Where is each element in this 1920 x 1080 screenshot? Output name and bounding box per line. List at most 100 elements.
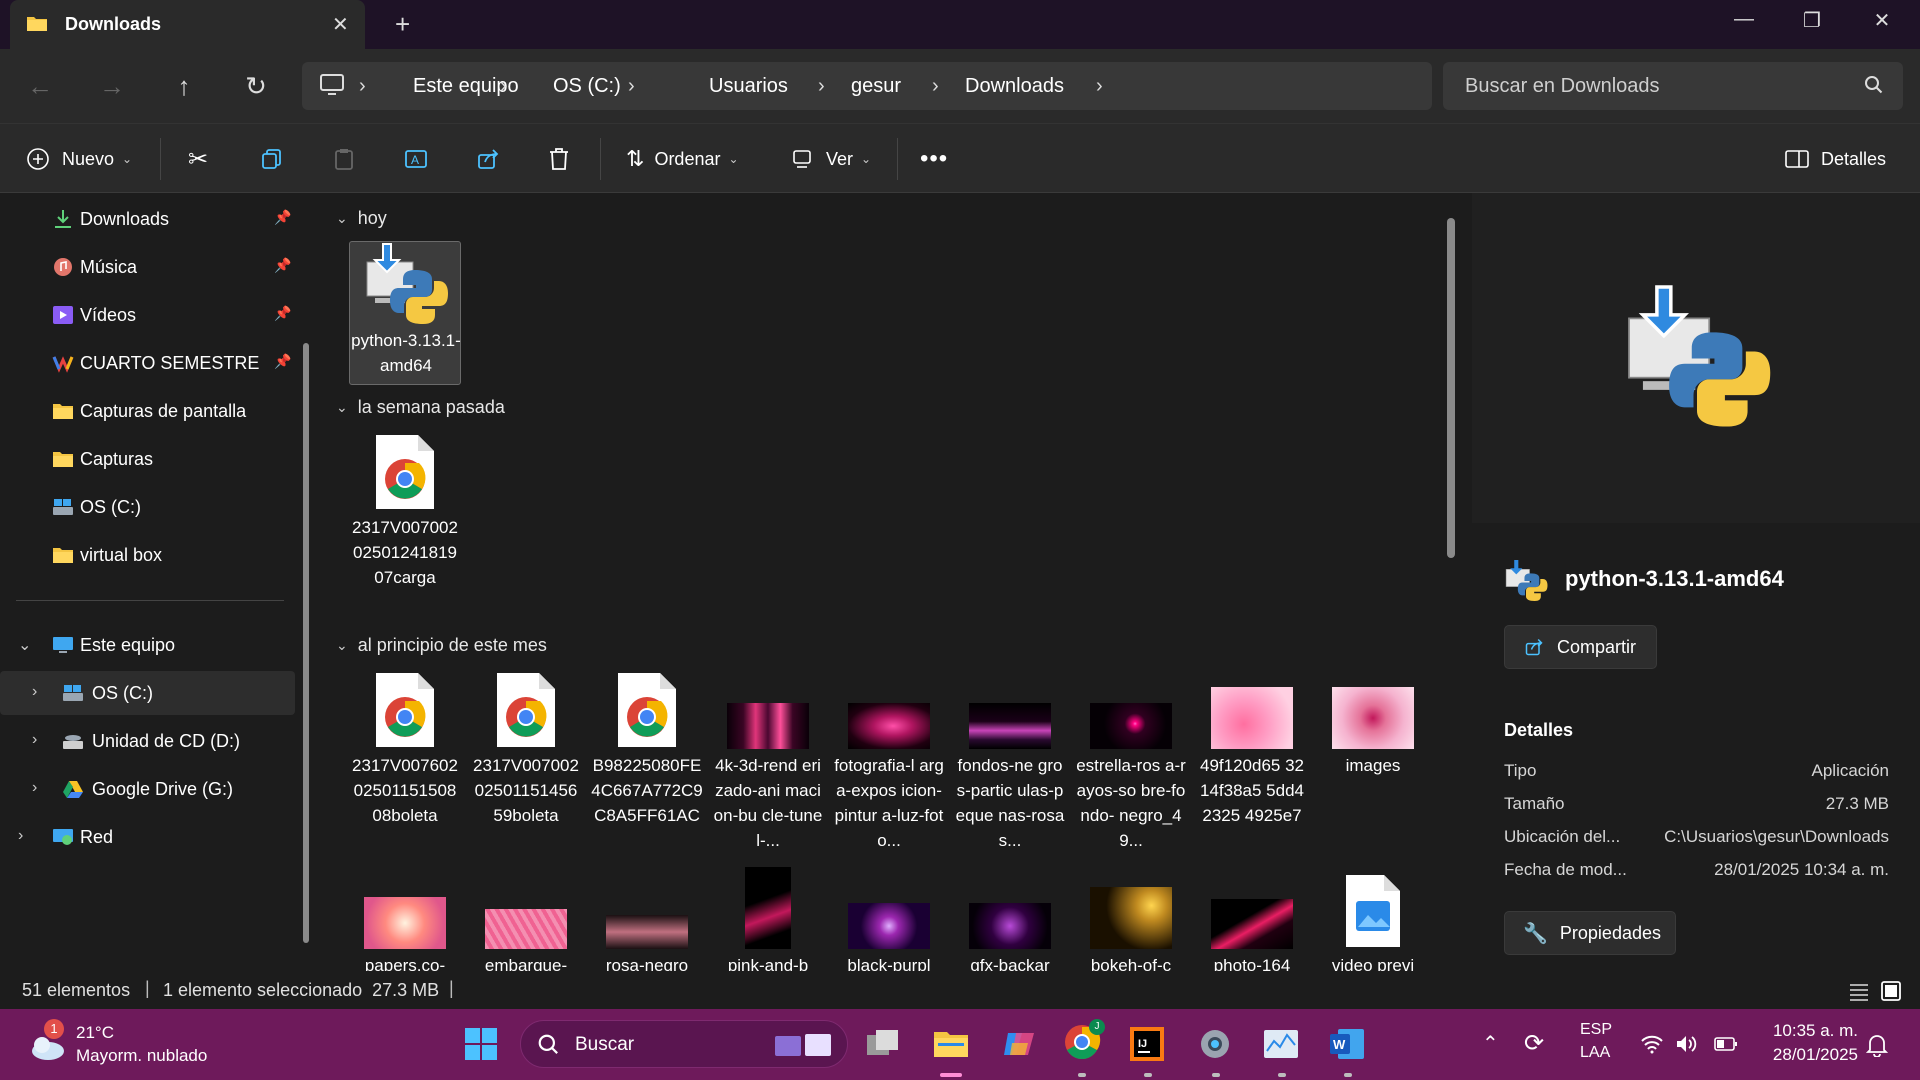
- bell-icon[interactable]: [1866, 1033, 1888, 1057]
- file-item-image[interactable]: 49f120d65 3214f38a5 5dd42325 4925e7: [1196, 671, 1308, 828]
- file-item-chrome-doc[interactable]: B98225080FE4C667A772C9C8A5FF61AC: [591, 671, 703, 828]
- large-icons-view-icon[interactable]: [1880, 980, 1902, 1002]
- file-item-image-file[interactable]: video previ: [1317, 865, 1429, 971]
- file-item-chrome-doc[interactable]: 2317V0076020250115150808boleta: [349, 671, 461, 828]
- chevron-right-icon[interactable]: ›: [32, 731, 37, 749]
- language-indicator[interactable]: ESP LAA: [1580, 1021, 1620, 1067]
- chrome-taskbar-button[interactable]: J: [1063, 1019, 1105, 1065]
- search-input[interactable]: Buscar en Downloads: [1465, 75, 1660, 98]
- properties-button[interactable]: 🔧 Propiedades: [1504, 911, 1676, 955]
- new-button[interactable]: Nuevo ⌄: [26, 124, 132, 194]
- intellij-icon[interactable]: IJ: [1128, 1025, 1166, 1063]
- chevron-right-icon[interactable]: ›: [1096, 75, 1103, 98]
- group-header-la-semana-pasada[interactable]: ⌄ la semana pasada: [336, 397, 505, 418]
- view-button[interactable]: Ver ⌄: [792, 124, 871, 194]
- content-scrollbar[interactable]: [1447, 218, 1455, 558]
- windows-start-icon[interactable]: [462, 1025, 500, 1063]
- file-explorer-icon[interactable]: [932, 1025, 970, 1063]
- sidebar-item-cd-drive[interactable]: › Unidad de CD (D:): [0, 719, 295, 763]
- sidebar-item-google-drive[interactable]: › Google Drive (G:): [0, 767, 295, 811]
- cut-button[interactable]: ✂: [188, 124, 208, 194]
- sidebar-item-music[interactable]: Música 📌: [0, 245, 295, 289]
- back-button[interactable]: ←: [20, 67, 60, 107]
- chevron-right-icon[interactable]: ›: [32, 779, 37, 797]
- close-tab-icon[interactable]: ✕: [332, 12, 349, 37]
- pin-icon[interactable]: 📌: [274, 305, 291, 322]
- breadcrumb-item[interactable]: OS (C:): [553, 75, 621, 98]
- sidebar-item-capturas-de-pantalla[interactable]: Capturas de pantalla: [0, 389, 295, 433]
- minimize-button[interactable]: —: [1724, 8, 1764, 31]
- settings-gear-icon[interactable]: [1196, 1025, 1234, 1063]
- file-item-image[interactable]: 4k-3d-rend erizado-ani macion-bu cle-tun…: [712, 671, 824, 853]
- file-item-image[interactable]: images: [1317, 671, 1429, 778]
- battery-icon[interactable]: [1714, 1035, 1738, 1053]
- taskbar-search[interactable]: Buscar: [520, 1020, 848, 1068]
- group-header-al-principio-de-este-mes[interactable]: ⌄ al principio de este mes: [336, 635, 547, 656]
- breadcrumb-item[interactable]: gesur: [851, 75, 901, 98]
- sidebar-item-os-c[interactable]: OS (C:): [0, 485, 295, 529]
- group-header-hoy[interactable]: ⌄ hoy: [336, 208, 387, 229]
- up-button[interactable]: ↑: [164, 67, 204, 107]
- chevron-down-icon[interactable]: ⌄: [18, 635, 31, 655]
- file-item-chrome-doc[interactable]: 2317V0070020250124181907carga: [349, 433, 461, 590]
- wifi-icon[interactable]: [1640, 1033, 1664, 1055]
- file-item-image[interactable]: estrella-ros a-rayos-so bre-fondo- negro…: [1075, 671, 1187, 853]
- sort-button[interactable]: ⇅ Ordenar ⌄: [626, 124, 739, 194]
- copy-button[interactable]: [260, 124, 284, 194]
- file-item-image[interactable]: rosa-negro: [591, 865, 703, 971]
- delete-button[interactable]: [548, 124, 570, 194]
- file-item-image[interactable]: black-purpl: [833, 865, 945, 971]
- file-item-image[interactable]: bokeh-of-c: [1075, 865, 1187, 971]
- sidebar-item-downloads[interactable]: Downloads 📌: [0, 197, 295, 241]
- search-box[interactable]: Buscar en Downloads: [1443, 62, 1903, 110]
- file-item-image[interactable]: embarque-: [470, 865, 582, 971]
- chevron-up-icon[interactable]: ⌃: [1482, 1031, 1499, 1056]
- pin-icon[interactable]: 📌: [274, 257, 291, 274]
- new-tab-button[interactable]: +: [395, 9, 410, 40]
- share-button[interactable]: Compartir: [1504, 625, 1657, 669]
- share-button[interactable]: [476, 124, 500, 194]
- sidebar-item-videos[interactable]: Vídeos 📌: [0, 293, 295, 337]
- sidebar-scrollbar[interactable]: [303, 343, 309, 943]
- chevron-right-icon[interactable]: ›: [32, 683, 37, 701]
- sidebar-item-este-equipo[interactable]: ⌄ Este equipo: [0, 623, 295, 667]
- file-item-image[interactable]: pink-and-b: [712, 865, 824, 971]
- pin-icon[interactable]: 📌: [274, 353, 291, 370]
- file-item-image[interactable]: papers.co-: [349, 865, 461, 971]
- close-window-button[interactable]: ✕: [1862, 8, 1902, 33]
- refresh-button[interactable]: ↻: [236, 67, 276, 107]
- pin-icon[interactable]: 📌: [274, 209, 291, 226]
- file-item-image[interactable]: fondos-ne gros-partic ulas-peque nas-ros…: [954, 671, 1066, 853]
- copilot-icon[interactable]: [1000, 1025, 1038, 1063]
- sidebar-item-red[interactable]: › Red: [0, 815, 295, 859]
- details-toggle-button[interactable]: Detalles: [1785, 124, 1886, 194]
- paste-button[interactable]: [332, 124, 356, 194]
- task-view-icon[interactable]: [864, 1025, 902, 1063]
- chevron-right-icon[interactable]: ›: [18, 827, 23, 845]
- word-icon[interactable]: W: [1328, 1025, 1366, 1063]
- file-item-image[interactable]: photo-164: [1196, 865, 1308, 971]
- clock[interactable]: 10:35 a. m. 28/01/2025: [1762, 1021, 1858, 1067]
- sidebar-item-cuarto-semestre[interactable]: CUARTO SEMESTRE 📌: [0, 341, 295, 385]
- property-key: Ubicación del...: [1504, 827, 1621, 846]
- sidebar-item-capturas[interactable]: Capturas: [0, 437, 295, 481]
- weather-widget[interactable]: 1 21°C Mayorm. nublado: [24, 1019, 224, 1067]
- more-options-button[interactable]: •••: [920, 124, 948, 194]
- sync-icon[interactable]: ⟳: [1524, 1029, 1544, 1058]
- breadcrumb-item[interactable]: Downloads: [965, 75, 1064, 98]
- forward-button[interactable]: →: [92, 67, 132, 107]
- file-item-chrome-doc[interactable]: 2317V0070020250115145659boleta: [470, 671, 582, 828]
- file-item-image[interactable]: fotografia-l arga-expos icion-pintur a-l…: [833, 671, 945, 853]
- details-view-icon[interactable]: [1848, 981, 1870, 1001]
- task-manager-icon[interactable]: [1262, 1025, 1300, 1063]
- sidebar-item-virtual-box[interactable]: virtual box: [0, 533, 295, 577]
- file-item-image[interactable]: gfx-backar: [954, 865, 1066, 971]
- sidebar-item-os-c-tree[interactable]: › OS (C:): [0, 671, 295, 715]
- address-bar[interactable]: › Este equipo › OS (C:) › Usuarios › ges…: [302, 62, 1432, 110]
- maximize-button[interactable]: ❐: [1792, 8, 1832, 33]
- breadcrumb-item[interactable]: Usuarios: [709, 75, 788, 98]
- file-item-python-installer[interactable]: python-3.13.1-amd64: [349, 241, 461, 385]
- volume-icon[interactable]: [1674, 1033, 1698, 1055]
- rename-button[interactable]: A: [404, 124, 430, 194]
- tab-downloads[interactable]: Downloads ✕: [10, 0, 365, 49]
